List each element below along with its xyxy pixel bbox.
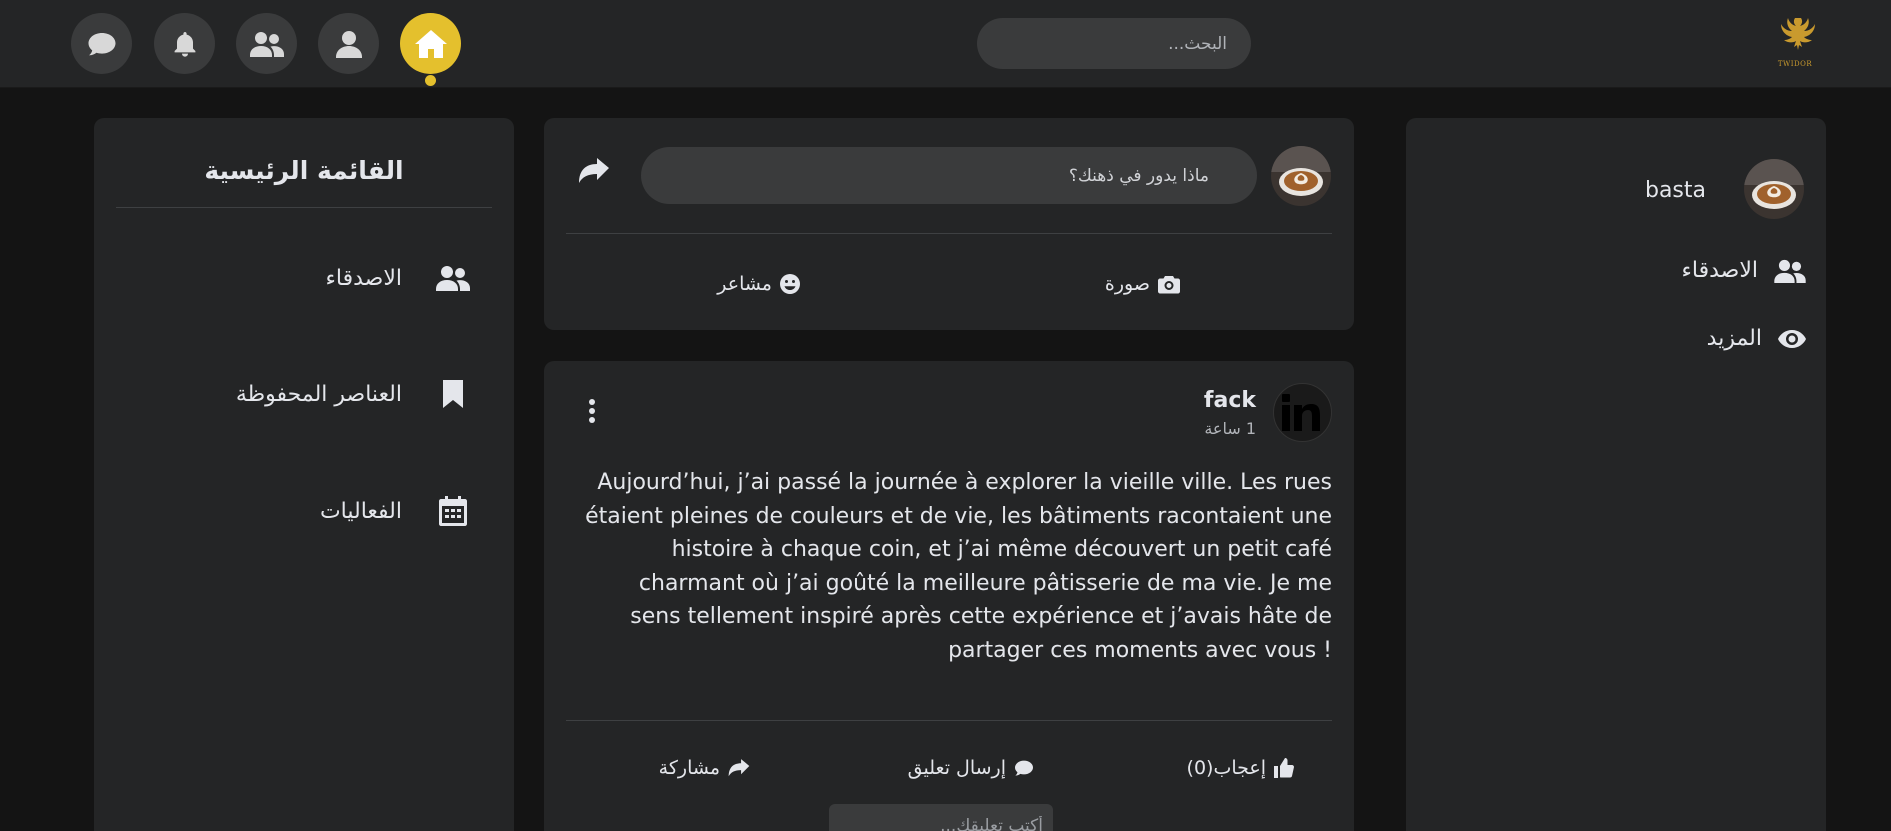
avatar[interactable] [1271, 146, 1331, 206]
nav-home-button[interactable] [400, 13, 461, 74]
avatar[interactable] [1273, 383, 1332, 442]
main-menu-item-saved[interactable]: العناصر المحفوظة [236, 380, 470, 408]
main-menu-item-label: الفعاليات [319, 498, 402, 524]
main-menu-item-label: الاصدقاء [325, 265, 402, 291]
home-icon [414, 29, 447, 58]
composer-photo-label: صورة [1104, 273, 1150, 295]
bell-icon [174, 31, 195, 57]
smile-icon [780, 274, 800, 294]
main-menu-item-events[interactable]: الفعاليات [320, 496, 470, 526]
comment-label: إرسال تعليق [907, 757, 1006, 779]
main-menu-panel: القائمة الرئيسية الاصدقاء العناصر المحفو… [94, 118, 514, 831]
nav-notifications-button[interactable] [154, 13, 215, 74]
linkedin-icon [1281, 393, 1320, 431]
phoenix-logo-icon [1781, 18, 1815, 50]
comment-input[interactable] [829, 804, 1053, 831]
composer-feelings-label: مشاعر [717, 273, 772, 295]
calendar-icon [439, 496, 467, 526]
share-button[interactable]: مشاركة [659, 757, 750, 779]
comment-button[interactable]: إرسال تعليق [908, 757, 1034, 779]
thumbs-up-icon [1274, 758, 1294, 778]
share-arrow-icon [579, 158, 609, 183]
users-icon [436, 266, 470, 291]
profile-menu-more[interactable]: المزيد [1707, 326, 1806, 351]
active-indicator-dot [425, 75, 436, 86]
nav-profile-button[interactable] [318, 13, 379, 74]
latte-art-avatar-image [1271, 146, 1331, 206]
comment-icon [88, 32, 115, 55]
user-icon [335, 30, 362, 58]
profile-menu-label: المزيد [1706, 326, 1762, 351]
avatar[interactable] [1744, 159, 1804, 219]
top-navigation-bar: TWIDOR [0, 0, 1891, 88]
divider [566, 720, 1332, 721]
users-icon [1774, 259, 1806, 283]
composer-input[interactable] [641, 147, 1257, 204]
like-button[interactable]: إعجاب(0) [1187, 757, 1294, 779]
post-author-name[interactable]: fack [1204, 388, 1256, 413]
share-label: مشاركة [658, 757, 720, 779]
post-timestamp: 1 ساعة [1204, 419, 1256, 438]
composer-feelings-button[interactable]: مشاعر [717, 273, 800, 295]
logo-wordmark: TWIDOR [1777, 60, 1813, 68]
post-card: fack 1 ساعة Aujourd’hui, j’ai passé la j… [544, 361, 1354, 831]
composer-photo-button[interactable]: صورة [1105, 273, 1180, 295]
main-menu-item-label: العناصر المحفوظة [235, 381, 402, 407]
profile-panel: basta الاصدقاء المزيد [1406, 118, 1826, 831]
post-composer: صورة مشاعر [544, 118, 1354, 330]
post-options-button[interactable] [582, 399, 602, 429]
app-logo[interactable]: TWIDOR [1770, 14, 1820, 70]
comment-icon [1015, 760, 1033, 776]
main-menu-title: القائمة الرئيسية [204, 156, 404, 185]
eye-icon [1778, 329, 1806, 348]
profile-name[interactable]: basta [1645, 178, 1706, 203]
profile-menu-label: الاصدقاء [1681, 258, 1758, 283]
main-menu-item-friends[interactable]: الاصدقاء [326, 265, 470, 291]
profile-menu-friends[interactable]: الاصدقاء [1682, 258, 1806, 283]
divider [566, 233, 1332, 234]
post-body-text: Aujourd’hui, j’ai passé la journée à exp… [585, 470, 1332, 663]
search-input[interactable] [977, 18, 1251, 69]
divider [116, 207, 492, 208]
nav-friends-button[interactable] [236, 13, 297, 74]
nav-messages-button[interactable] [71, 13, 132, 74]
like-label: إعجاب(0) [1186, 757, 1266, 779]
camera-icon [1158, 275, 1180, 293]
composer-share-button[interactable] [578, 158, 610, 188]
latte-art-avatar-image [1744, 159, 1804, 219]
bookmark-icon [443, 380, 463, 408]
users-icon [249, 31, 284, 57]
share-arrow-icon [728, 759, 750, 777]
